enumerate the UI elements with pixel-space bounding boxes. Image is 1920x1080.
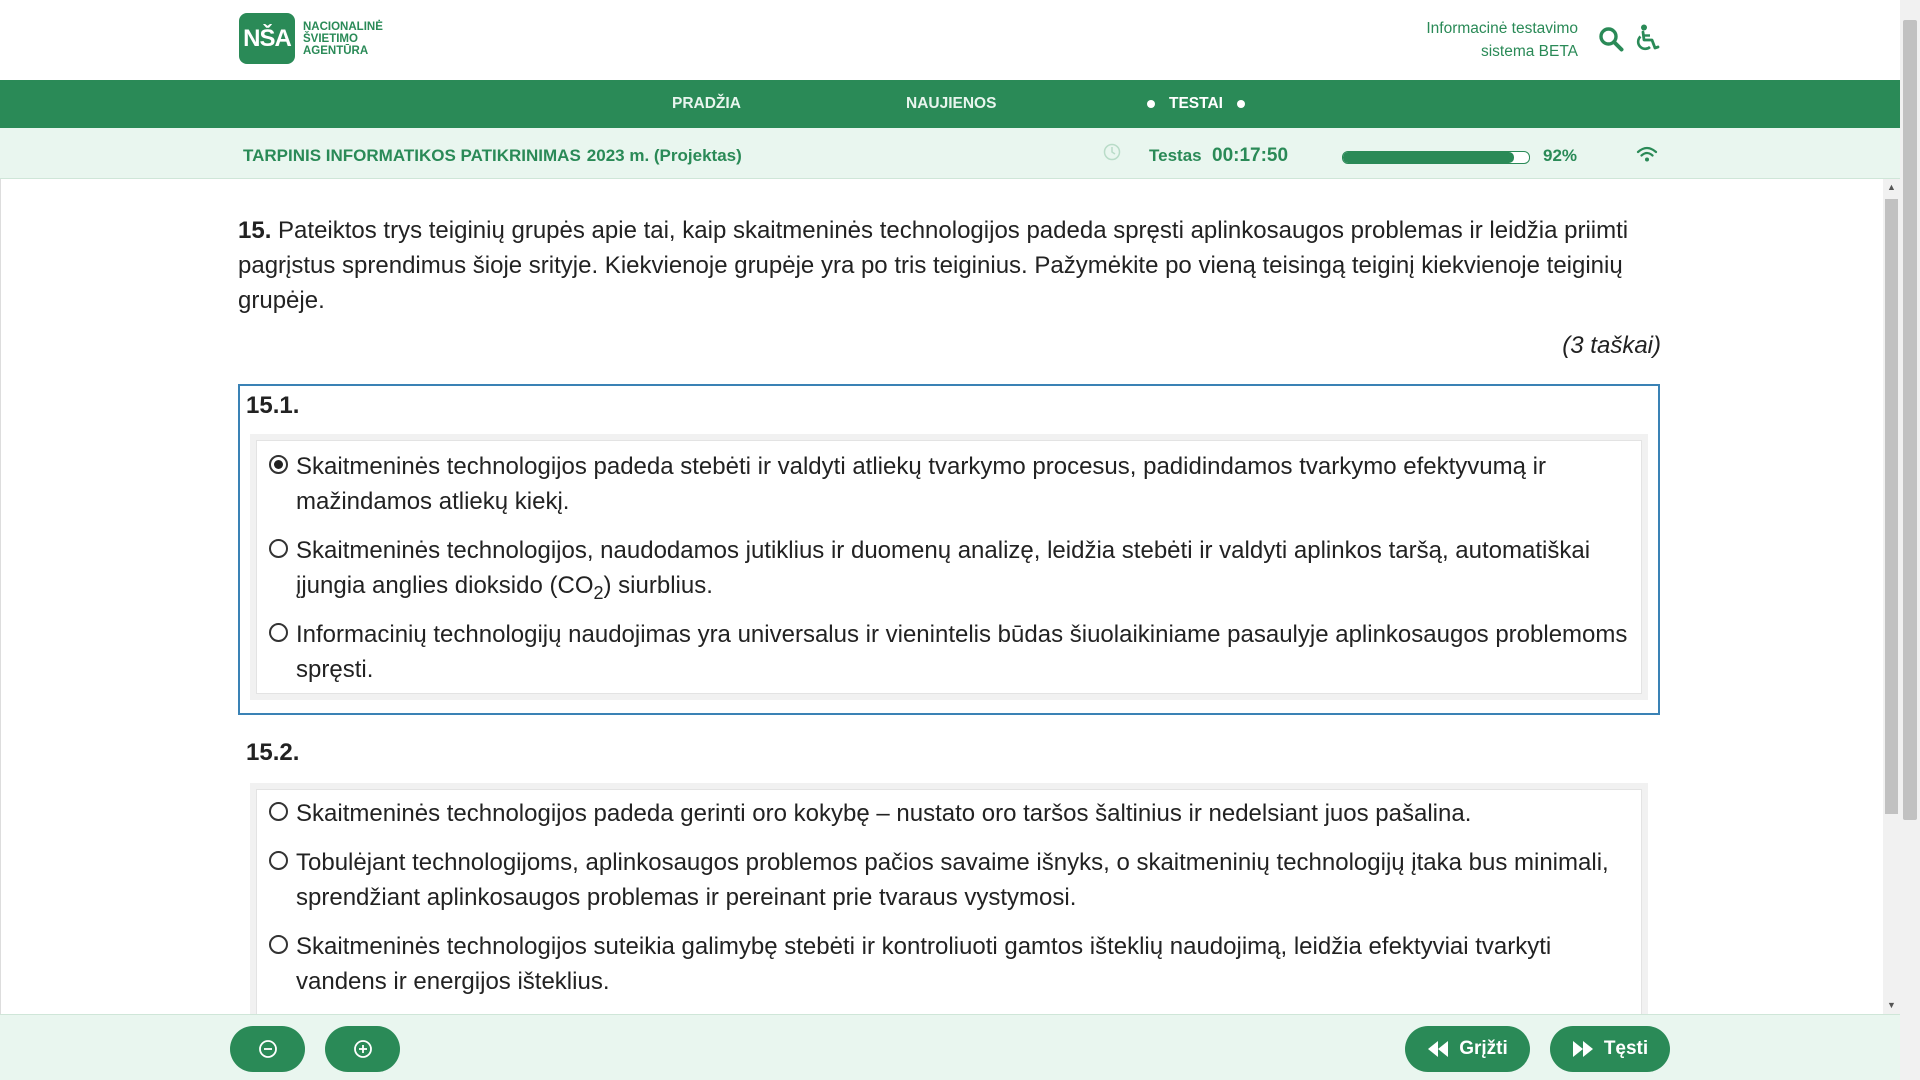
back-button[interactable]: Grįžti: [1405, 1026, 1530, 1072]
scroll-down-arrow-icon[interactable]: ▼: [1883, 997, 1900, 1014]
logo-mark: NŠA: [239, 13, 295, 64]
app-viewport: NŠA NACIONALINĖ ŠVIETIMO AGENTŪRA Inform…: [0, 0, 1900, 1080]
accessibility-icon[interactable]: [1635, 24, 1661, 52]
wifi-icon: [1636, 146, 1658, 162]
nav-item-pradzia[interactable]: PRADŽIA: [672, 80, 741, 128]
zoom-in-button[interactable]: [325, 1026, 400, 1072]
test-status-bar: TARPINIS INFORMATIKOS PATIKRINIMAS 2023 m…: [0, 128, 1900, 179]
system-name: Informacinė testavimo sistema BETA: [1426, 20, 1578, 60]
zoom-out-icon: [258, 1040, 277, 1058]
statement-group-15-1: 15.1. Skaitmeninės technologijos padeda …: [238, 384, 1660, 715]
window-scrollbar[interactable]: [1900, 0, 1920, 1080]
group-title: 15.1.: [246, 392, 300, 419]
scrollbar-thumb[interactable]: [1885, 199, 1898, 814]
active-dot-left: [1147, 99, 1155, 108]
test-year: 2023 m. (Projektas): [586, 146, 742, 165]
radio-button[interactable]: [269, 539, 288, 558]
option-15-2-c[interactable]: Skaitmeninės technologijos suteikia gali…: [269, 929, 1629, 999]
test-title: TARPINIS INFORMATIKOS PATIKRINIMAS 2023 m…: [243, 146, 742, 165]
timer-value: 00:17:50: [1212, 145, 1289, 166]
fast-forward-icon: [1572, 1041, 1593, 1057]
options-box-15-2: Skaitmeninės technologijos padeda gerint…: [256, 789, 1642, 1014]
radio-button[interactable]: [269, 802, 288, 821]
main-navigation: PRADŽIA NAUJIENOS TESTAI: [0, 80, 1900, 128]
question-text: 15. Pateiktos trys teiginių grupės apie …: [238, 217, 1629, 314]
radio-button[interactable]: [269, 851, 288, 870]
timer-label: Testas: [1149, 146, 1202, 165]
option-15-2-a[interactable]: Skaitmeninės technologijos padeda gerint…: [269, 796, 1629, 831]
rewind-icon: [1428, 1041, 1449, 1057]
progress-fill: [1343, 152, 1515, 163]
zoom-out-button[interactable]: [230, 1026, 305, 1072]
group-title-15-2: 15.2.: [246, 739, 300, 766]
nav-item-testai[interactable]: TESTAI: [1133, 80, 1259, 128]
nav-item-naujienos[interactable]: NAUJIENOS: [906, 80, 996, 128]
question-content: 15. Pateiktos trys teiginių grupės apie …: [0, 179, 1884, 1014]
clock-icon: [1103, 143, 1121, 161]
content-scrollbar[interactable]: ▲ ▼: [1883, 179, 1900, 1014]
bottom-toolbar: Grįžti Tęsti: [0, 1014, 1900, 1080]
search-icon[interactable]: [1598, 26, 1624, 52]
radio-button-checked[interactable]: [269, 455, 288, 474]
window-scrollbar-thumb[interactable]: [1903, 20, 1917, 820]
active-dot-right: [1236, 99, 1245, 108]
option-15-1-b[interactable]: Skaitmeninės technologijos, naudodamos j…: [269, 533, 1629, 603]
scroll-up-arrow-icon[interactable]: ▲: [1883, 179, 1900, 196]
radio-button[interactable]: [269, 623, 288, 642]
logo-text: NACIONALINĖ ŠVIETIMO AGENTŪRA: [303, 20, 383, 57]
progress-percent: 92%: [1543, 146, 1578, 165]
question-points: (3 taškai): [1562, 332, 1661, 359]
zoom-in-icon: [353, 1040, 372, 1058]
top-header: NŠA NACIONALINĖ ŠVIETIMO AGENTŪRA Inform…: [0, 0, 1900, 80]
test-progress-bar: [1342, 151, 1530, 164]
radio-button[interactable]: [269, 935, 288, 954]
question-number: 15.: [238, 217, 272, 244]
option-15-1-a[interactable]: Skaitmeninės technologijos padeda stebėt…: [269, 449, 1629, 519]
option-15-2-b[interactable]: Tobulėjant technologijoms, aplinkosaugos…: [269, 845, 1629, 915]
agency-logo[interactable]: NŠA NACIONALINĖ ŠVIETIMO AGENTŪRA: [239, 13, 383, 64]
options-box: Skaitmeninės technologijos padeda stebėt…: [256, 440, 1642, 694]
option-15-1-c[interactable]: Informacinių technologijų naudojimas yra…: [269, 617, 1629, 687]
next-button[interactable]: Tęsti: [1550, 1026, 1670, 1072]
